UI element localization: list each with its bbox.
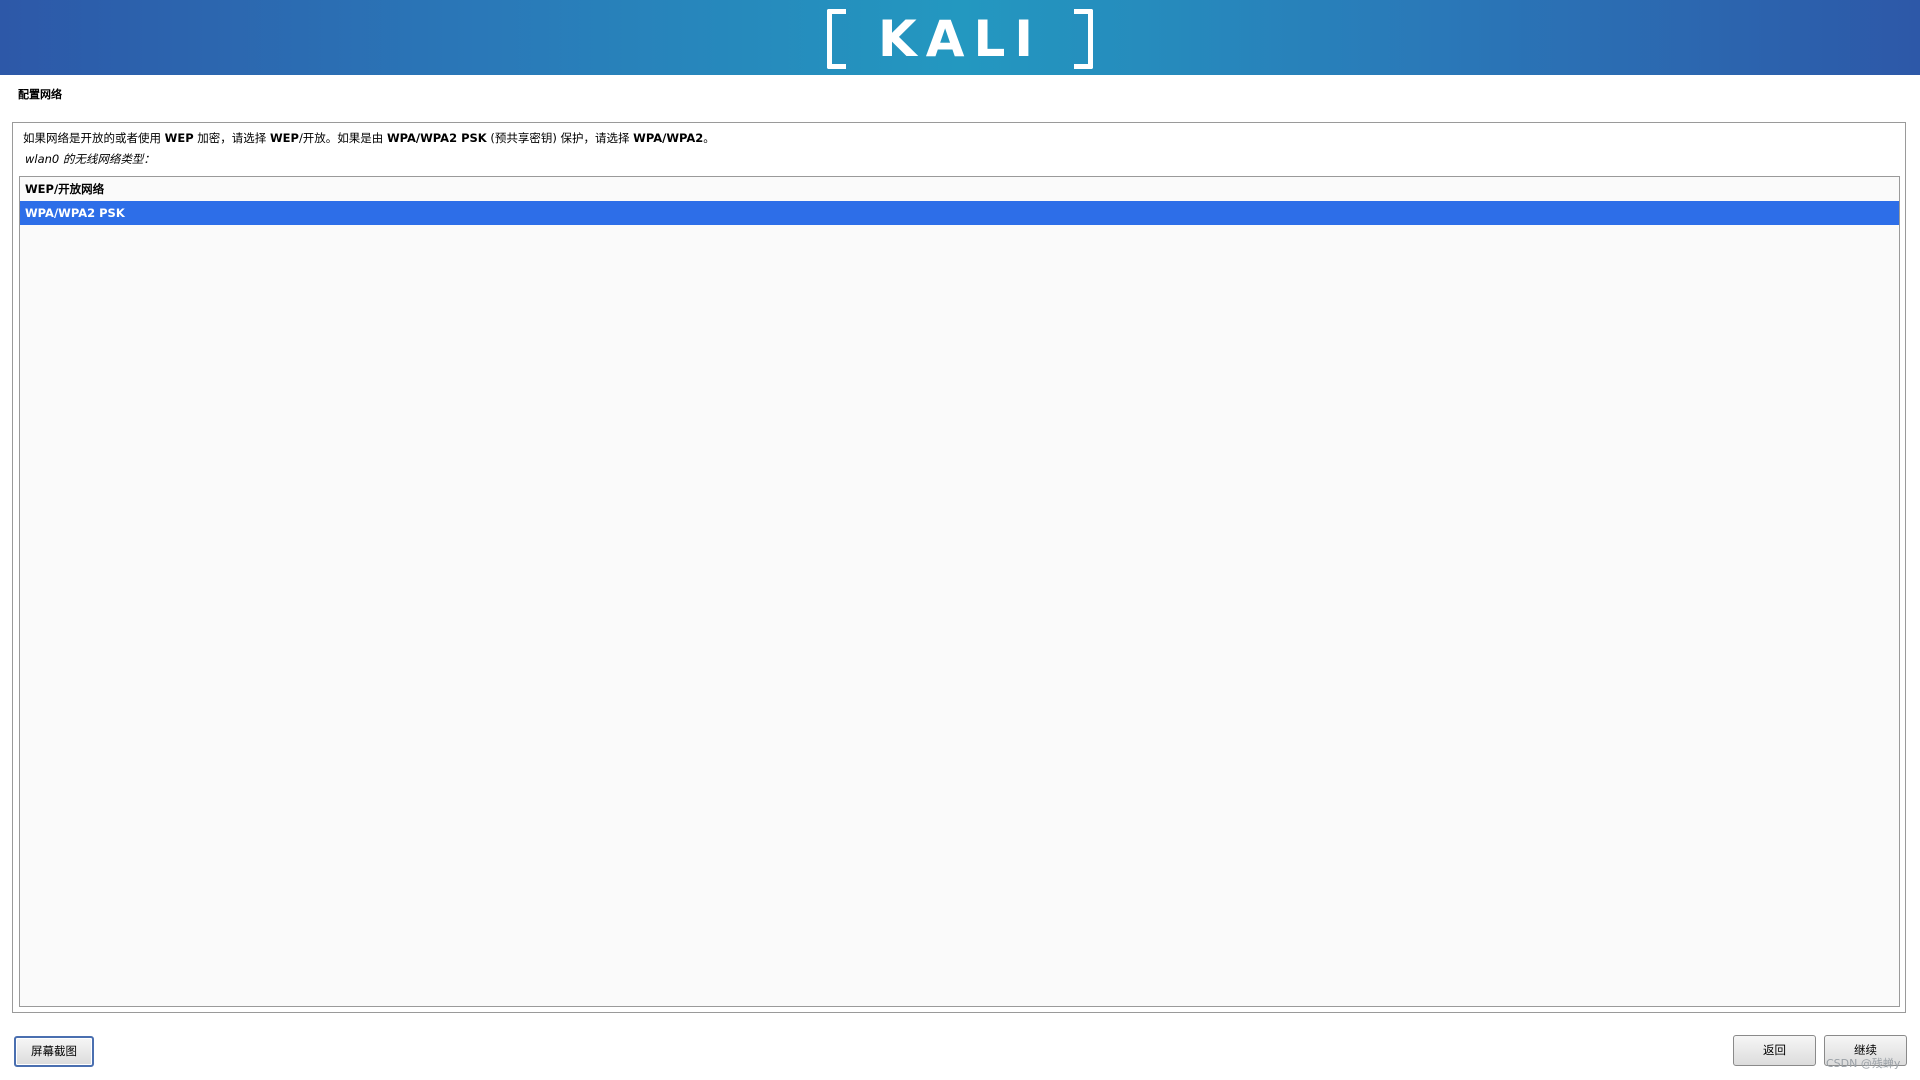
- description-part: /开放。如果是由: [298, 131, 387, 145]
- logo-text: KALI: [878, 10, 1042, 68]
- kali-logo: KALI: [827, 9, 1093, 69]
- page-title: 配置网络: [18, 88, 62, 101]
- list-item-wep-open[interactable]: WEP/开放网络: [20, 177, 1899, 201]
- description-part: 加密，请选择: [193, 131, 270, 145]
- description-part: (预共享密钥) 保护，请选择: [486, 131, 634, 145]
- description-bold: WEP: [164, 131, 194, 145]
- description-bold: WPA/WPA2 PSK: [386, 131, 487, 145]
- network-type-list[interactable]: WEP/开放网络 WPA/WPA2 PSK: [19, 176, 1900, 1007]
- description-bold: WPA/WPA2: [633, 131, 704, 145]
- description-text: 如果网络是开放的或者使用 WEP 加密，请选择 WEP/开放。如果是由 WPA/…: [23, 130, 715, 146]
- logo-right-bracket: [1074, 9, 1093, 69]
- back-button[interactable]: 返回: [1733, 1035, 1816, 1066]
- header-banner: KALI: [0, 0, 1920, 75]
- description-bold: WEP: [269, 131, 299, 145]
- question-label: wlan0 的无线网络类型：: [25, 152, 155, 166]
- list-item-wpa-psk[interactable]: WPA/WPA2 PSK: [20, 201, 1899, 225]
- content-panel: 如果网络是开放的或者使用 WEP 加密，请选择 WEP/开放。如果是由 WPA/…: [12, 122, 1906, 1013]
- watermark-text: CSDN @残蝉y: [1826, 1057, 1901, 1070]
- description-part: 如果网络是开放的或者使用: [23, 131, 165, 145]
- screenshot-button[interactable]: 屏幕截图: [14, 1036, 94, 1067]
- description-part: 。: [703, 131, 715, 145]
